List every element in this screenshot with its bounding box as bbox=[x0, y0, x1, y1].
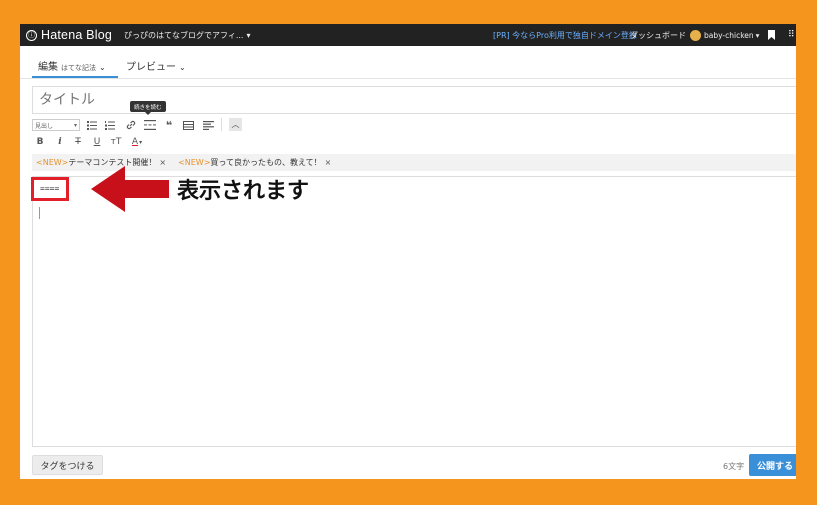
bulleted-list-button[interactable] bbox=[86, 118, 98, 132]
tab-preview[interactable]: プレビュー ⌄ bbox=[126, 58, 186, 73]
publish-button[interactable]: 公開する bbox=[749, 454, 796, 476]
chevron-down-icon: ⌄ bbox=[179, 63, 186, 72]
chevron-down-icon: ▾ bbox=[139, 138, 143, 146]
align-left-icon bbox=[203, 120, 214, 130]
hatena-logo-icon: ⓘ bbox=[26, 29, 37, 41]
numbered-list-icon bbox=[105, 120, 115, 130]
table-icon bbox=[183, 120, 194, 130]
link-icon bbox=[126, 120, 136, 130]
body-editor[interactable]: ==== 表示されます bbox=[31, 166, 796, 447]
text-caret bbox=[39, 207, 40, 219]
apps-menu-button[interactable]: ⠿ bbox=[788, 24, 795, 46]
bookmark-button[interactable] bbox=[768, 24, 775, 46]
collapse-toolbar-button[interactable]: ︿ bbox=[229, 118, 242, 131]
table-button[interactable] bbox=[182, 118, 195, 132]
quote-icon: ❝ bbox=[165, 118, 173, 132]
chevron-down-icon: ⌄ bbox=[99, 63, 106, 72]
link-button[interactable] bbox=[125, 118, 137, 132]
tag-chip[interactable]: <NEW> 買って良かったもの、教えて！ × bbox=[178, 157, 331, 168]
add-tag-button[interactable]: タグをつける bbox=[32, 455, 103, 475]
chevron-down-icon: ▾ bbox=[246, 30, 251, 40]
top-navigation-bar: ⓘ Hatena Blog ぴっぴのはてなブログでアフィ... ▾ [PR] 今… bbox=[20, 24, 796, 46]
tooltip: 続きを読む bbox=[130, 101, 166, 115]
text-color-button[interactable]: A ▾ bbox=[130, 135, 144, 149]
font-size-button[interactable]: тT bbox=[109, 135, 123, 149]
read-more-button[interactable] bbox=[143, 118, 156, 132]
align-button[interactable] bbox=[202, 118, 215, 132]
bookmark-icon bbox=[768, 30, 775, 40]
red-arrow-icon bbox=[91, 166, 169, 212]
toolbar-divider bbox=[221, 118, 222, 131]
pr-domain-link[interactable]: [PR] 今ならPro利用で独自ドメイン登録 bbox=[493, 24, 637, 46]
bold-button[interactable]: B bbox=[34, 135, 46, 149]
annotation-highlight-box bbox=[31, 177, 69, 201]
user-menu[interactable]: baby-chicken ▾ bbox=[690, 24, 759, 46]
tab-divider bbox=[20, 78, 796, 79]
read-more-icon bbox=[143, 120, 156, 130]
blog-title-menu[interactable]: ぴっぴのはてなブログでアフィ... ▾ bbox=[124, 24, 250, 46]
grid-icon: ⠿ bbox=[788, 30, 795, 40]
chevron-up-icon: ︿ bbox=[231, 120, 240, 129]
strikethrough-button[interactable]: T bbox=[72, 135, 84, 149]
quote-button[interactable]: ❝ bbox=[163, 118, 175, 132]
close-icon[interactable]: × bbox=[325, 158, 332, 167]
tab-edit[interactable]: 編集 はてな記法 ⌄ bbox=[38, 58, 106, 73]
italic-button[interactable]: i bbox=[54, 135, 66, 149]
hatena-blog-logo[interactable]: ⓘ Hatena Blog bbox=[26, 24, 112, 46]
chevron-down-icon: ▾ bbox=[73, 121, 77, 129]
annotation-text: 表示されます bbox=[177, 179, 310, 204]
dashboard-link[interactable]: ダッシュボード bbox=[630, 24, 686, 46]
chevron-down-icon: ▾ bbox=[755, 30, 760, 40]
underline-button[interactable]: U bbox=[91, 135, 103, 149]
character-count: 6文字 bbox=[723, 462, 745, 471]
avatar bbox=[690, 29, 701, 41]
numbered-list-button[interactable] bbox=[104, 118, 116, 132]
screen: ⓘ Hatena Blog ぴっぴのはてなブログでアフィ... ▾ [PR] 今… bbox=[20, 24, 796, 479]
bulleted-list-icon bbox=[87, 120, 97, 130]
heading-select[interactable]: 見出し ▾ bbox=[32, 119, 80, 131]
